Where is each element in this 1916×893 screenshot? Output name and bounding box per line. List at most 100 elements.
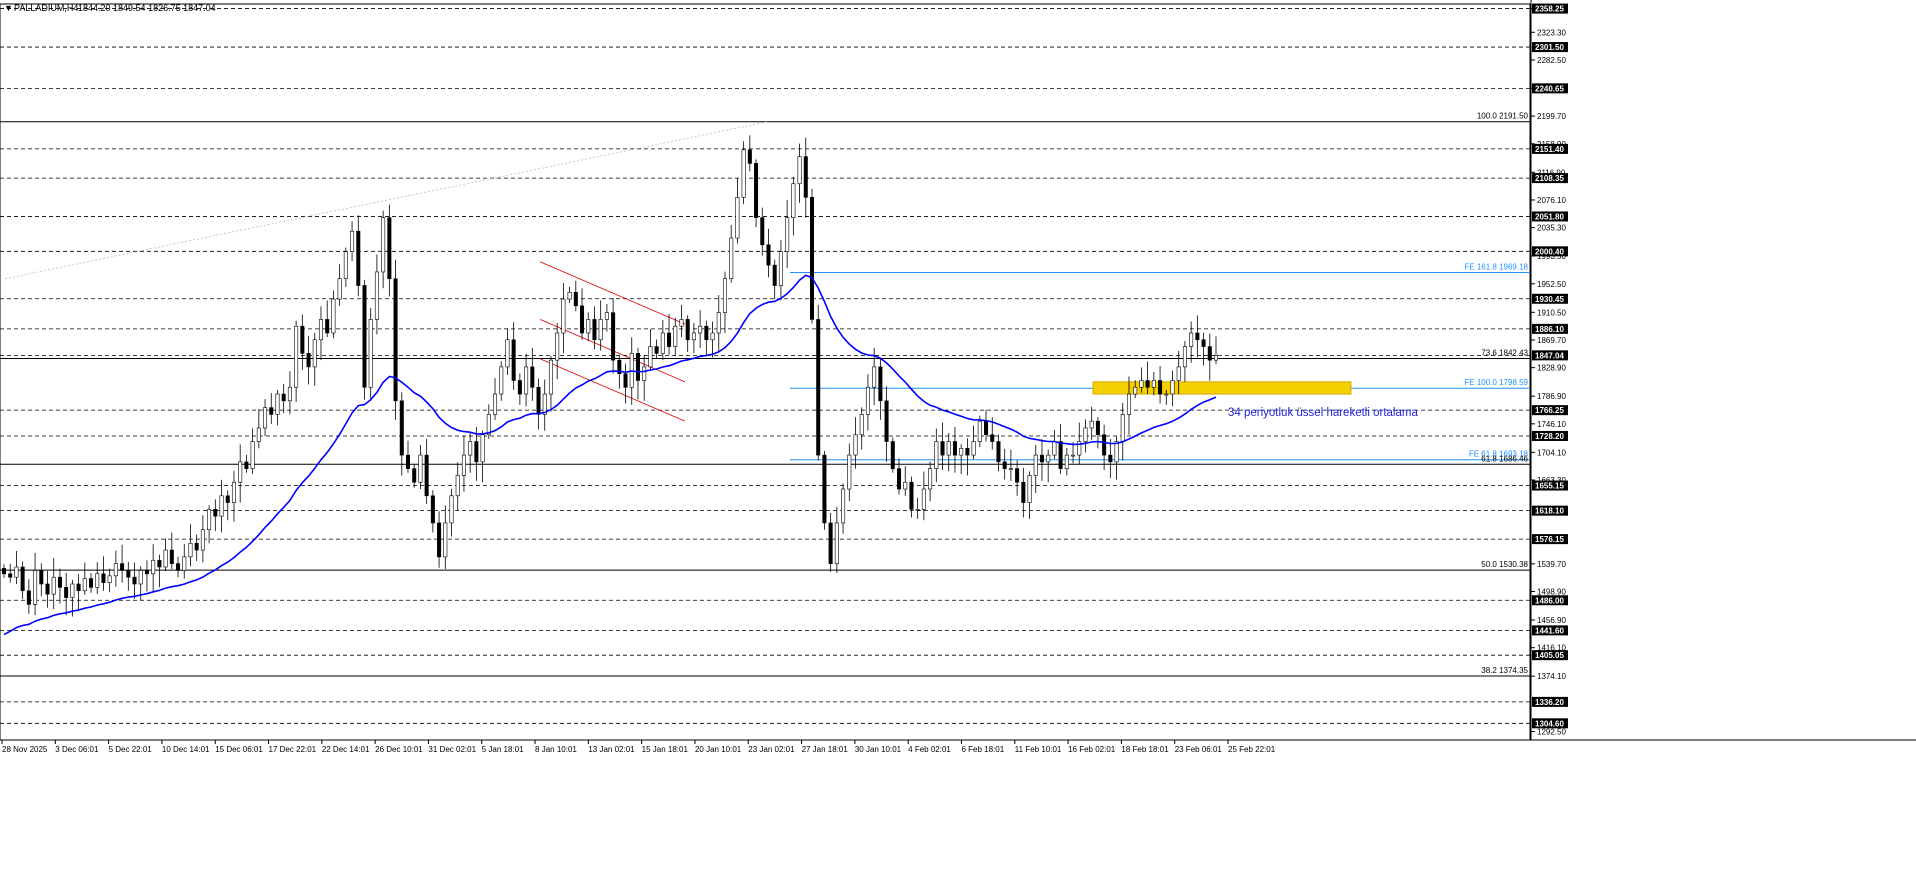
candle-body xyxy=(1133,386,1138,395)
time-label: 15 Dec 06:01 xyxy=(215,745,263,754)
candle-body xyxy=(909,481,914,510)
candle-body xyxy=(126,570,131,578)
candle-body xyxy=(921,488,926,510)
candle-body xyxy=(654,346,659,354)
candle-body xyxy=(691,332,696,341)
chart-canvas[interactable]: 100.0 2191.50 FE 161.8 1969.18 73.6 1842.4… xyxy=(0,0,1916,888)
time-label: 27 Jan 18:01 xyxy=(802,745,849,754)
candle-body xyxy=(163,549,168,568)
time-axis[interactable]: 28 Nov 2025 3 Dec 06:01 5 Dec 22:01 10 Dec … xyxy=(1,740,1276,754)
chart[interactable]: 100.0 2191.50 FE 161.8 1969.18 73.6 1842.4… xyxy=(0,0,1916,888)
price-box-label: 2240.65 xyxy=(1535,84,1564,93)
candle-body xyxy=(430,495,435,524)
candle-body xyxy=(1015,468,1020,483)
candle-body xyxy=(387,217,392,280)
candle-body xyxy=(493,393,498,415)
candle-body xyxy=(294,325,299,388)
price-box-label: 2301.50 xyxy=(1535,43,1564,52)
price-box-label: 1486.00 xyxy=(1535,596,1564,605)
price-box-label: 1336.20 xyxy=(1535,698,1564,707)
price-tick-label: 1952.50 xyxy=(1537,280,1566,289)
time-label: 25 Feb 22:01 xyxy=(1228,745,1276,754)
candle-body xyxy=(461,454,466,476)
dotted-trendline xyxy=(4,121,769,280)
candle-body xyxy=(1071,454,1076,457)
candle-body xyxy=(878,366,883,402)
candle-body xyxy=(26,590,31,605)
candle-body xyxy=(113,563,118,577)
price-tick-label: 1704.10 xyxy=(1537,448,1566,457)
candle-body xyxy=(169,549,174,564)
candle-body xyxy=(897,468,902,490)
level-label: 50.0 1530.38 xyxy=(1481,560,1528,569)
candle-body xyxy=(592,319,597,341)
candle-body xyxy=(778,251,783,286)
candle-body xyxy=(405,454,411,469)
candle-body xyxy=(977,420,982,442)
candle-body xyxy=(965,448,970,456)
price-tick-label: 1292.50 xyxy=(1537,728,1566,737)
candle-body xyxy=(604,312,609,320)
price-tick-label: 1456.90 xyxy=(1537,616,1566,625)
candle-body xyxy=(598,319,603,341)
price-box-label: 1576.15 xyxy=(1535,535,1564,544)
candle-body xyxy=(89,578,94,588)
level-label: 61.8 1686.46 xyxy=(1481,454,1528,463)
candle-body xyxy=(200,529,205,551)
candle-body xyxy=(1126,393,1131,415)
header-ohlc: 1844.20 1849.54 1826.75 1847.04 xyxy=(78,3,216,13)
candle-body xyxy=(1164,393,1169,396)
price-tick-label: 1374.10 xyxy=(1537,672,1566,681)
time-label: 13 Jan 02:01 xyxy=(588,745,635,754)
candle-body xyxy=(101,573,106,583)
candle-body xyxy=(915,509,920,511)
candle-body xyxy=(1201,339,1206,347)
price-box-label: 2000.40 xyxy=(1535,247,1564,256)
candle-body xyxy=(1027,475,1032,503)
candle-body xyxy=(729,237,734,280)
candle-body xyxy=(685,319,690,341)
candle-body xyxy=(996,441,1001,463)
candle-body xyxy=(1151,380,1156,388)
candle-body xyxy=(952,441,957,456)
candle-body xyxy=(567,291,572,300)
candle-body xyxy=(300,325,305,354)
candle-body xyxy=(548,359,553,395)
candle-body xyxy=(505,339,510,368)
price-box-label: 1930.45 xyxy=(1535,295,1564,304)
price-box-label: 1441.60 xyxy=(1535,626,1564,635)
candle-body xyxy=(1145,380,1150,388)
price-box-label: 1847.04 xyxy=(1535,351,1564,360)
time-label: 8 Jan 10:01 xyxy=(535,745,577,754)
candle-body xyxy=(1064,454,1069,469)
level-label: 38.2 1374.35 xyxy=(1481,666,1528,675)
time-label: 30 Jan 10:01 xyxy=(855,745,902,754)
candle-body xyxy=(132,576,137,585)
candle-body xyxy=(225,495,230,503)
candle-body xyxy=(182,556,187,571)
price-tick-label: 1786.90 xyxy=(1537,392,1566,401)
time-label: 23 Jan 02:01 xyxy=(748,745,795,754)
candle-body xyxy=(1139,380,1144,388)
price-box-label: 1405.05 xyxy=(1535,651,1564,660)
candle-body xyxy=(144,570,149,575)
candle-body xyxy=(536,386,541,415)
candle-body xyxy=(822,454,827,524)
price-axis[interactable]: 2358.252323.302282.502240.652199.702158.… xyxy=(1531,3,1568,737)
candle-body xyxy=(524,366,529,395)
candle-body xyxy=(343,251,348,280)
price-tick-label: 2076.10 xyxy=(1537,196,1566,205)
candle-body xyxy=(741,149,746,198)
candle-body xyxy=(70,583,75,598)
header-triangle-icon[interactable]: ▼ xyxy=(4,3,13,13)
candle-body xyxy=(325,319,330,334)
candle-body xyxy=(356,230,361,286)
candle-body xyxy=(95,573,100,588)
candle-body xyxy=(735,197,740,239)
candle-body xyxy=(57,576,62,588)
candle-body xyxy=(1021,481,1026,503)
candle-body xyxy=(667,332,672,347)
candle-body xyxy=(244,461,249,469)
candle-body xyxy=(561,298,566,334)
candle-body xyxy=(1108,454,1113,463)
